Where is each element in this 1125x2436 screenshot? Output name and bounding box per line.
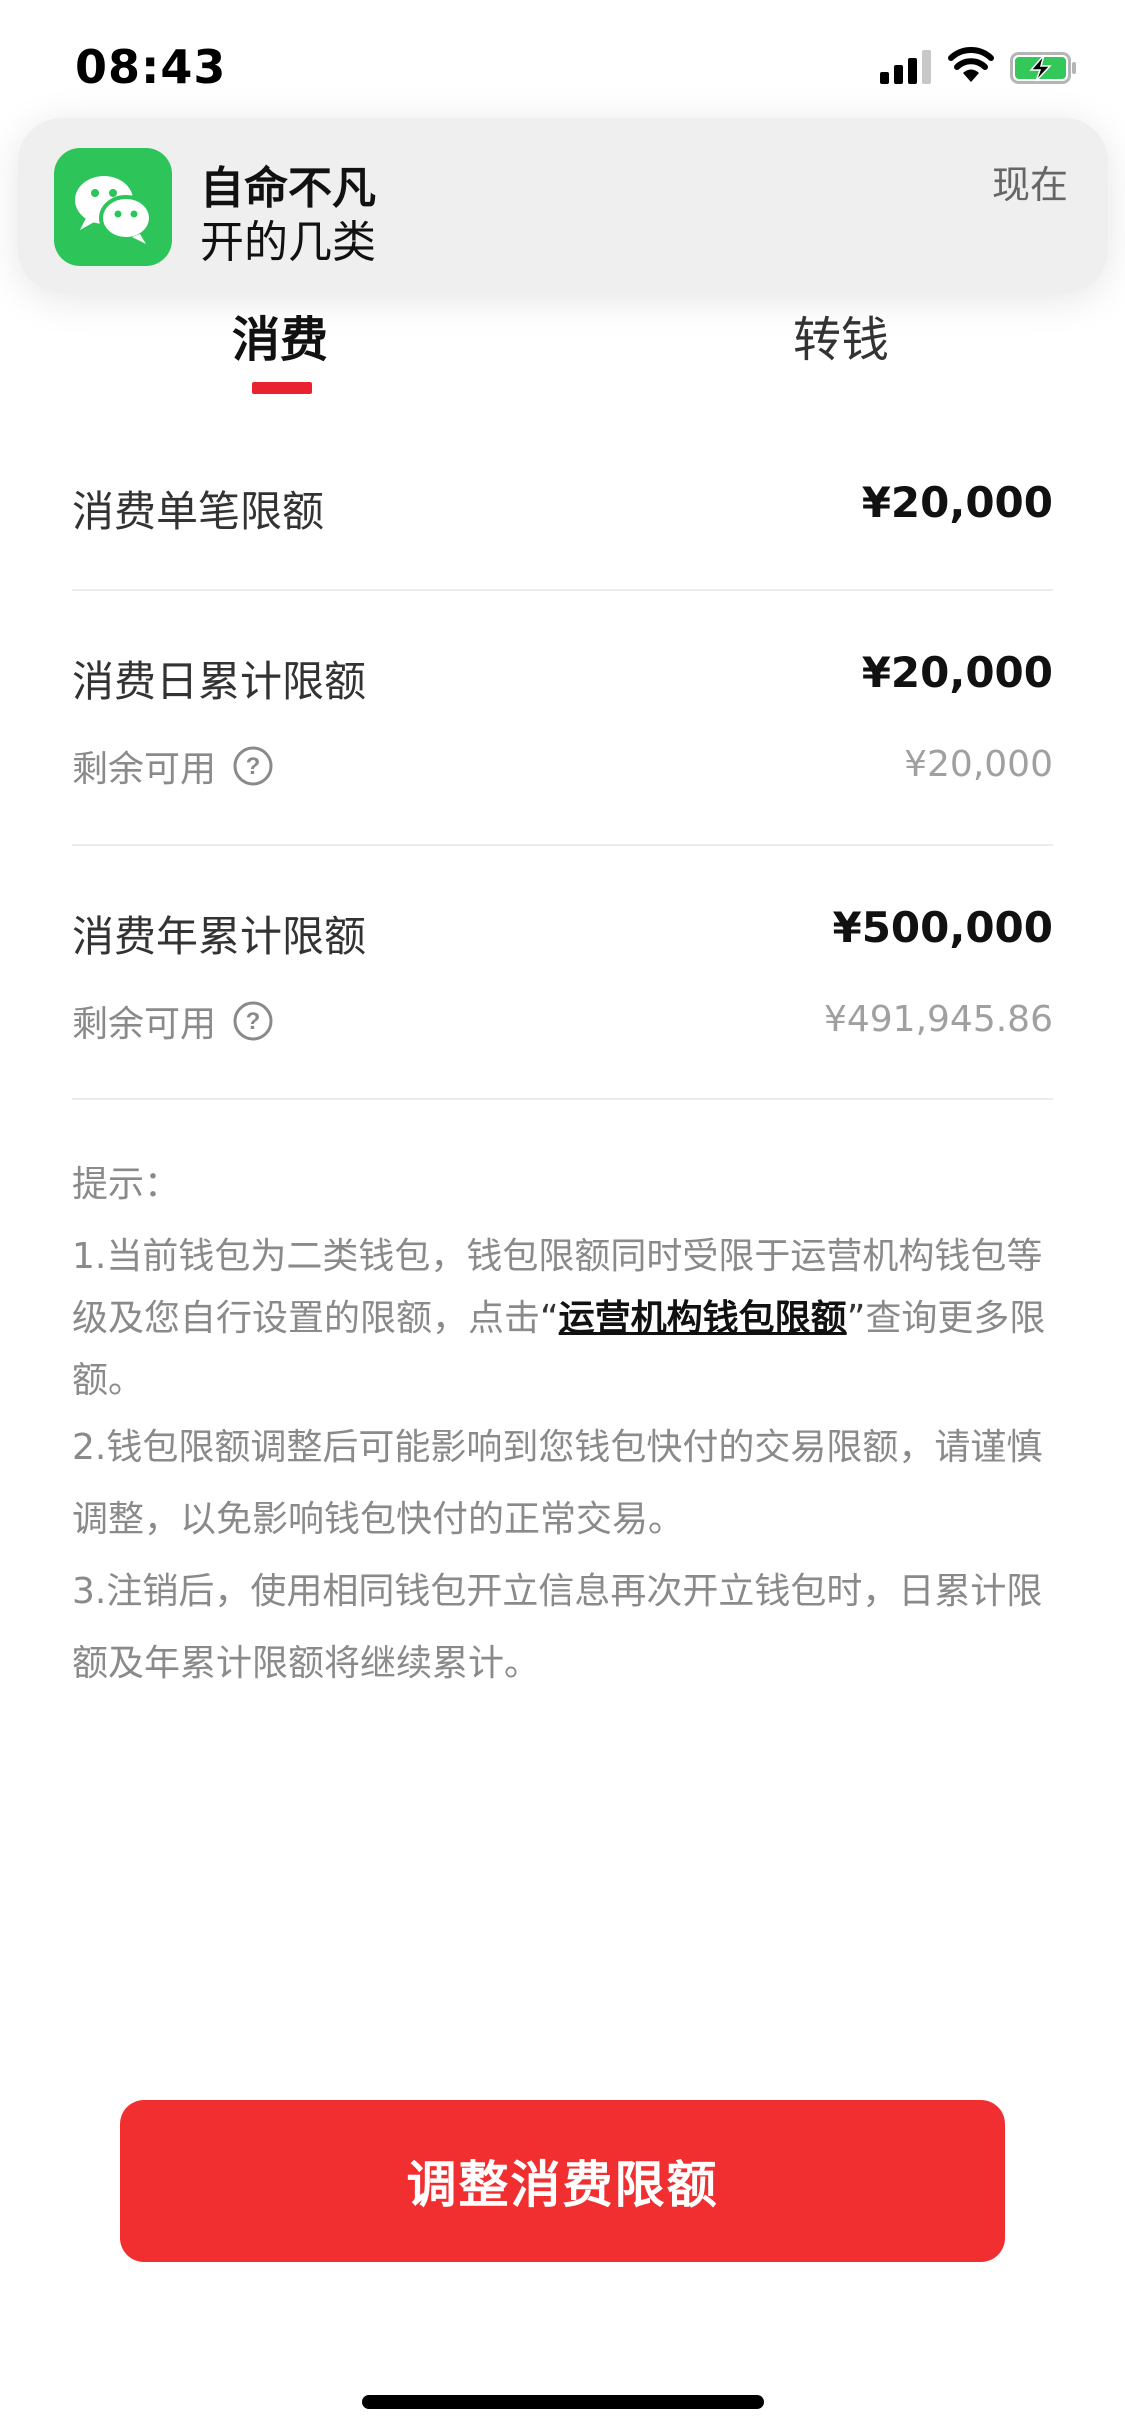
yearly-remaining: 剩余可用 ? xyxy=(72,995,274,1047)
daily-limit-label: 消费日累计限额 xyxy=(72,657,367,706)
wifi-icon xyxy=(948,47,994,82)
daily-remaining-value: ¥20,000 xyxy=(904,744,1053,785)
yearly-limit-value: ¥500,000 xyxy=(832,903,1053,952)
yearly-limit-label: 消费年累计限额 xyxy=(72,912,367,961)
battery-charging-icon xyxy=(1010,52,1076,84)
notification-banner[interactable]: 自命不凡 开的几类 现在 xyxy=(18,118,1108,293)
tab-transfer[interactable]: 转钱 xyxy=(793,300,889,370)
tips-title: 提示： xyxy=(72,1164,181,1205)
help-icon[interactable]: ? xyxy=(232,745,274,787)
tab-consume[interactable]: 消费 xyxy=(232,300,328,370)
daily-limit-value: ¥20,000 xyxy=(861,648,1053,697)
single-limit-value: ¥20,000 xyxy=(861,478,1053,527)
status-time: 08:43 xyxy=(75,40,227,94)
wechat-icon xyxy=(54,148,172,266)
yearly-remaining-label: 剩余可用 xyxy=(72,1004,217,1045)
yearly-remaining-value: ¥491,945.86 xyxy=(823,999,1053,1040)
tip-1-quote-close: ” xyxy=(846,1298,866,1339)
tips-section: 提示： 1.当前钱包为二类钱包，钱包限额同时受限于运营机构钱包等级及您自行设置的… xyxy=(72,1158,1062,1700)
svg-text:?: ? xyxy=(246,1008,261,1035)
cellular-signal-icon xyxy=(880,50,932,84)
tip-1: 1.当前钱包为二类钱包，钱包限额同时受限于运营机构钱包等级及您自行设置的限额，点… xyxy=(72,1226,1062,1412)
wallet-limit-link[interactable]: 运营机构钱包限额 xyxy=(559,1298,847,1339)
tip-1-quote-open: “ xyxy=(540,1298,559,1339)
notification-body: 开的几类 xyxy=(200,217,376,268)
svg-text:?: ? xyxy=(246,753,261,780)
single-limit-label: 消费单笔限额 xyxy=(72,487,325,536)
status-bar: 08:43 xyxy=(0,0,1125,135)
home-indicator[interactable] xyxy=(362,2395,764,2409)
daily-remaining-label: 剩余可用 xyxy=(72,749,217,790)
tip-2: 2.钱包限额调整后可能影响到您钱包快付的交易限额，请谨慎调整，以免影响钱包快付的… xyxy=(72,1427,1043,1540)
active-tab-indicator xyxy=(252,382,312,394)
wallet-limit-page: 08:43 自命不凡 开的几类 现在 消费 转钱 消费单笔限额 ¥20,000 … xyxy=(0,0,1125,2436)
divider xyxy=(72,589,1053,591)
tip-3: 3.注销后，使用相同钱包开立信息再次开立钱包时，日累计限额及年累计限额将继续累计… xyxy=(72,1571,1043,1684)
divider xyxy=(72,844,1053,846)
divider xyxy=(72,1098,1053,1100)
help-icon[interactable]: ? xyxy=(232,1000,274,1042)
daily-remaining: 剩余可用 ? xyxy=(72,740,274,792)
adjust-limit-button[interactable]: 调整消费限额 xyxy=(120,2100,1005,2262)
notification-time: 现在 xyxy=(991,163,1068,207)
